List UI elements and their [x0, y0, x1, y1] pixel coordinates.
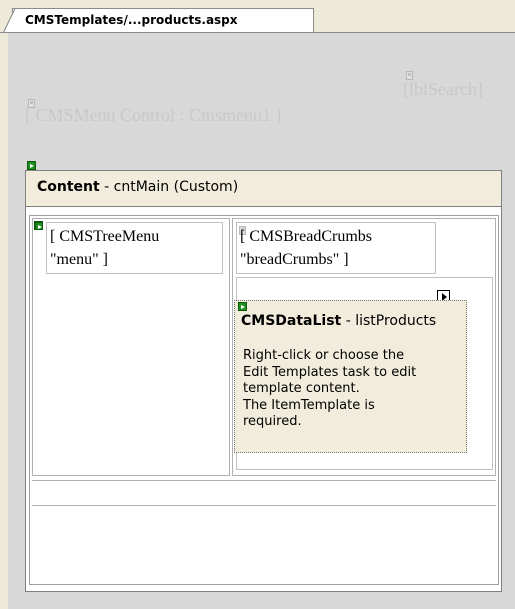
design-surface[interactable]: [lblSearch] [ CMSMenu Control : Cmsmenu1…: [8, 33, 515, 609]
treemenu-line2: "menu" ]: [50, 251, 108, 268]
document-tab-bar: CMSTemplates/...products.aspx: [0, 0, 515, 33]
breadcrumbs-line1: [ CMSBreadCrumbs: [240, 228, 372, 245]
treemenu-control[interactable]: [ CMSTreeMenu "menu" ]: [35, 222, 223, 274]
datalist-control[interactable]: CMSDataList - listProducts Right-click o…: [234, 300, 467, 453]
lblsearch-control[interactable]: [lblSearch]: [403, 79, 483, 100]
row-divider: [32, 480, 496, 506]
datalist-title: CMSDataList - listProducts: [241, 313, 437, 329]
treemenu-glyph-icon: [35, 222, 43, 230]
cmsmenu-control[interactable]: [ CMSMenu Control : Cmsmenu1 ]: [25, 105, 282, 126]
document-tab[interactable]: CMSTemplates/...products.aspx: [3, 8, 314, 33]
left-cell[interactable]: [ CMSTreeMenu "menu" ]: [32, 218, 230, 476]
datalist-glyph-icon: [238, 302, 247, 311]
treemenu-line1: [ CMSTreeMenu: [50, 228, 160, 245]
content-header: Content - cntMain (Custom): [26, 171, 501, 207]
content-glyph-icon: [27, 161, 36, 170]
breadcrumbs-line2: "breadCrumbs" ]: [240, 251, 349, 268]
breadcrumbs-control[interactable]: [ CMSBreadCrumbs "breadCrumbs" ]: [236, 222, 436, 274]
datalist-message: Right-click or choose the Edit Templates…: [243, 348, 417, 429]
content-label: Content - cntMain (Custom): [37, 179, 239, 195]
